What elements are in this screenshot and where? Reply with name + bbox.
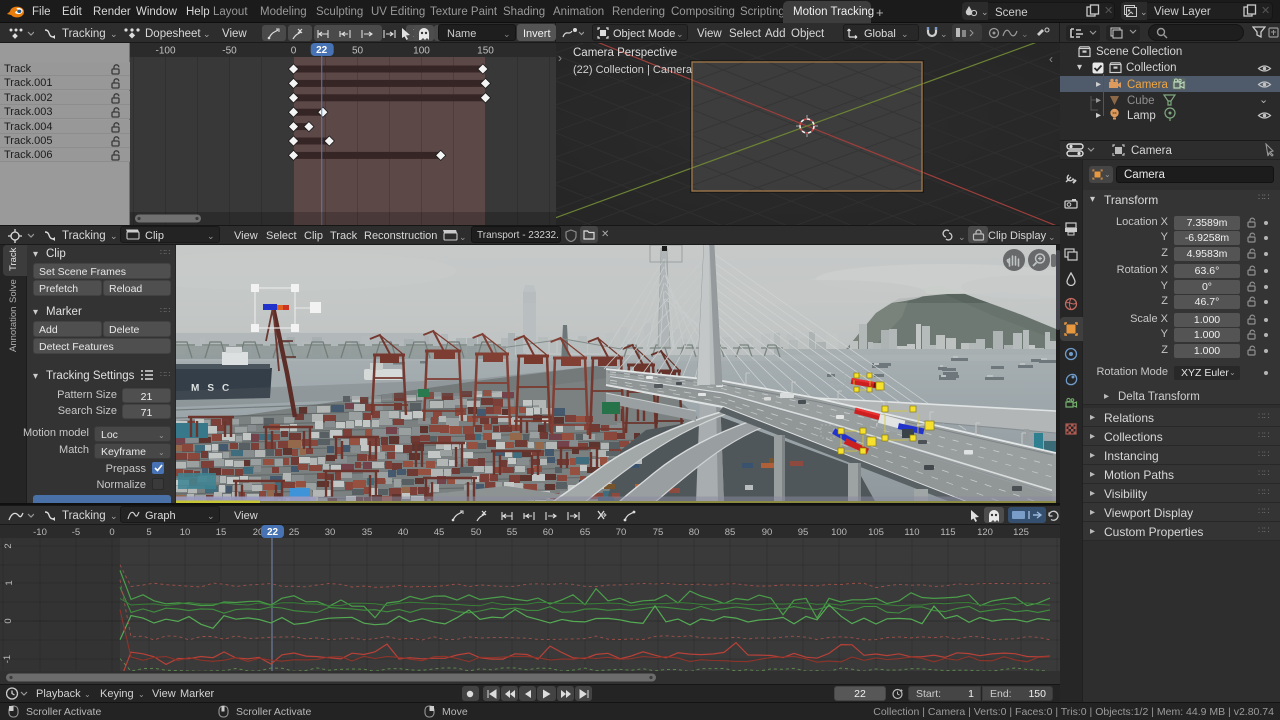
svg-text:25: 25 <box>289 527 300 538</box>
svg-text:0: 0 <box>291 46 297 57</box>
svg-text:-100: -100 <box>155 46 175 57</box>
svg-text:-50: -50 <box>222 46 237 57</box>
svg-text:-10: -10 <box>33 527 47 538</box>
svg-text:50: 50 <box>352 46 364 57</box>
svg-text:-1: -1 <box>2 655 13 663</box>
svg-text:100: 100 <box>831 527 847 538</box>
svg-text:15: 15 <box>216 527 227 538</box>
svg-text:50: 50 <box>471 527 482 538</box>
svg-text:40: 40 <box>398 527 409 538</box>
svg-text:55: 55 <box>507 527 518 538</box>
svg-text:5: 5 <box>146 527 151 538</box>
svg-text:35: 35 <box>362 527 373 538</box>
svg-text:110: 110 <box>904 527 919 538</box>
svg-text:30: 30 <box>325 527 336 538</box>
svg-text:90: 90 <box>762 527 773 538</box>
svg-text:60: 60 <box>543 527 554 538</box>
svg-text:105: 105 <box>868 527 884 538</box>
svg-text:0: 0 <box>3 618 14 623</box>
svg-text:22: 22 <box>316 45 328 56</box>
svg-text:-5: -5 <box>72 527 80 538</box>
svg-text:10: 10 <box>180 527 191 538</box>
svg-text:70: 70 <box>616 527 627 538</box>
svg-text:95: 95 <box>798 527 809 538</box>
svg-text:65: 65 <box>580 527 591 538</box>
svg-text:100: 100 <box>413 46 430 57</box>
svg-text:0: 0 <box>109 527 114 538</box>
svg-text:120: 120 <box>977 527 993 538</box>
svg-text:2: 2 <box>3 543 14 548</box>
svg-text:75: 75 <box>653 527 664 538</box>
svg-text:150: 150 <box>477 46 494 57</box>
svg-text:1: 1 <box>4 580 15 585</box>
svg-text:85: 85 <box>725 527 736 538</box>
svg-text:115: 115 <box>940 527 955 538</box>
svg-text:125: 125 <box>1013 527 1029 538</box>
svg-text:45: 45 <box>434 527 445 538</box>
svg-text:80: 80 <box>689 527 700 538</box>
